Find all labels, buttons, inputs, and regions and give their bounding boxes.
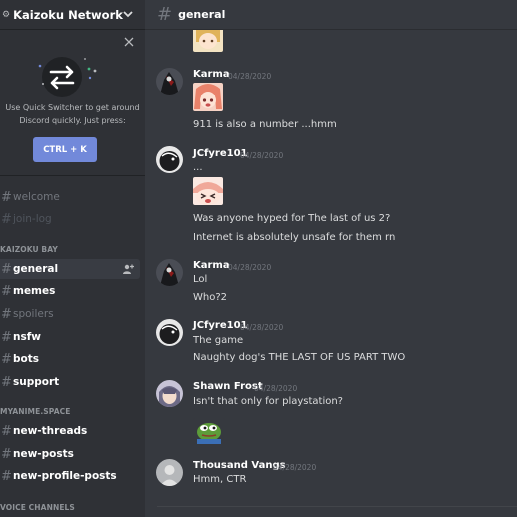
close-icon[interactable] bbox=[124, 37, 134, 47]
channel-welcome[interactable]: # welcome bbox=[0, 187, 145, 207]
hash-icon: # bbox=[1, 446, 12, 462]
avatar[interactable] bbox=[156, 146, 183, 173]
message-text: Hmm, CTR bbox=[193, 474, 247, 485]
message-author[interactable]: Thousand Vangs bbox=[193, 460, 286, 471]
message-text: The game bbox=[193, 335, 244, 346]
channel-label: join-log bbox=[13, 213, 52, 225]
server-name: Kaizoku Network bbox=[13, 7, 123, 22]
channel-support[interactable]: # support bbox=[0, 372, 145, 392]
message-timestamp: 04/28/2020 bbox=[254, 384, 298, 393]
message-author[interactable]: Karma bbox=[193, 260, 230, 271]
message-timestamp: 04/28/2020 bbox=[228, 72, 272, 81]
channel-memes[interactable]: # memes bbox=[0, 281, 145, 301]
message-author[interactable]: Shawn Frost bbox=[193, 381, 263, 392]
hash-icon: # bbox=[1, 374, 12, 390]
message-text: Internet is absolutely unsafe for them r… bbox=[193, 232, 396, 243]
message-timestamp: 04/28/2020 bbox=[273, 463, 317, 472]
category-kaizoku-bay[interactable]: KAIZOKU BAY bbox=[0, 245, 58, 254]
channel-new-profile-posts[interactable]: # new-profile-posts bbox=[0, 466, 145, 486]
message-timestamp: 04/28/2020 bbox=[228, 263, 272, 272]
compass-icon: ⚙ bbox=[2, 9, 11, 20]
channel-label: new-posts bbox=[13, 448, 74, 460]
channel-label: bots bbox=[13, 353, 39, 365]
add-user-icon[interactable] bbox=[122, 263, 134, 275]
channel-label: general bbox=[13, 263, 59, 275]
channel-join-log[interactable]: # join-log bbox=[0, 209, 145, 229]
avatar[interactable] bbox=[156, 380, 183, 407]
quick-switcher-button[interactable]: CTRL + K bbox=[33, 137, 97, 162]
hash-icon: # bbox=[1, 423, 12, 439]
avatar[interactable] bbox=[156, 319, 183, 346]
channel-label: nsfw bbox=[13, 331, 41, 343]
server-header[interactable]: ⚙ Kaizoku Network bbox=[0, 0, 145, 30]
hash-icon: # bbox=[1, 261, 12, 277]
anime-sticker-image[interactable] bbox=[193, 177, 223, 205]
message-text: Was anyone hyped for The last of us 2? bbox=[193, 213, 391, 224]
switcher-text-line-2: Discord quickly. Just press: bbox=[19, 115, 126, 125]
message-timestamp: 04/28/2020 bbox=[240, 323, 284, 332]
channel-new-posts[interactable]: # new-posts bbox=[0, 444, 145, 464]
hash-icon: # bbox=[1, 329, 12, 345]
message-text: Naughty dog's THE LAST OF US PART TWO bbox=[193, 352, 406, 363]
pepe-emoji-image[interactable] bbox=[193, 418, 225, 444]
category-myanime-space[interactable]: MYANIME.SPACE bbox=[0, 407, 70, 416]
channel-general[interactable]: # general bbox=[0, 259, 140, 279]
message-text: Who?2 bbox=[193, 292, 228, 303]
message-author[interactable]: Karma bbox=[193, 69, 230, 80]
message-divider bbox=[157, 506, 517, 507]
channel-label: new-threads bbox=[13, 425, 88, 437]
switcher-text-line-1: Use Quick Switcher to get around bbox=[5, 103, 140, 112]
message-timestamp: 04/28/2020 bbox=[240, 151, 284, 160]
chevron-down-icon[interactable] bbox=[121, 7, 135, 21]
channel-header: # general bbox=[145, 0, 517, 30]
switcher-description: Use Quick Switcher to get around Discord… bbox=[0, 102, 145, 127]
hash-icon: # bbox=[1, 189, 12, 205]
hash-icon: # bbox=[1, 306, 12, 322]
hash-icon: # bbox=[1, 351, 12, 367]
quick-switcher-icon bbox=[38, 57, 97, 97]
channel-sidebar: ⚙ Kaizoku Network Use Quick Switcher to … bbox=[0, 0, 145, 517]
message-text: ... bbox=[193, 162, 203, 173]
category-voice-channels[interactable]: VOICE CHANNELS bbox=[0, 503, 75, 512]
avatar[interactable] bbox=[156, 68, 183, 95]
message-text: Lol bbox=[193, 274, 208, 285]
channel-title: general bbox=[178, 8, 226, 21]
hash-icon: # bbox=[157, 4, 173, 25]
hash-icon: # bbox=[1, 468, 12, 484]
quick-switcher-promo: Use Quick Switcher to get around Discord… bbox=[0, 30, 145, 176]
message-text: 911 is also a number ...hmm bbox=[193, 119, 337, 130]
avatar[interactable] bbox=[156, 259, 183, 286]
channel-label: support bbox=[13, 376, 60, 388]
channel-label: spoilers bbox=[13, 308, 54, 320]
channel-nsfw[interactable]: # nsfw bbox=[0, 327, 145, 347]
channel-label: new-profile-posts bbox=[13, 470, 117, 482]
message-text: Isn't that only for playstation? bbox=[193, 396, 343, 407]
channel-new-threads[interactable]: # new-threads bbox=[0, 421, 145, 441]
channel-label: memes bbox=[13, 285, 56, 297]
channel-bots[interactable]: # bots bbox=[0, 349, 145, 369]
avatar[interactable] bbox=[156, 459, 183, 486]
hash-icon: # bbox=[1, 211, 12, 227]
anime-sticker-image[interactable] bbox=[193, 83, 223, 111]
channel-label: welcome bbox=[13, 191, 60, 203]
chat-area: # general Karma 04/28/2020 911 is also a… bbox=[145, 0, 517, 517]
hash-icon: # bbox=[1, 283, 12, 299]
channel-spoilers[interactable]: # spoilers bbox=[0, 304, 145, 324]
